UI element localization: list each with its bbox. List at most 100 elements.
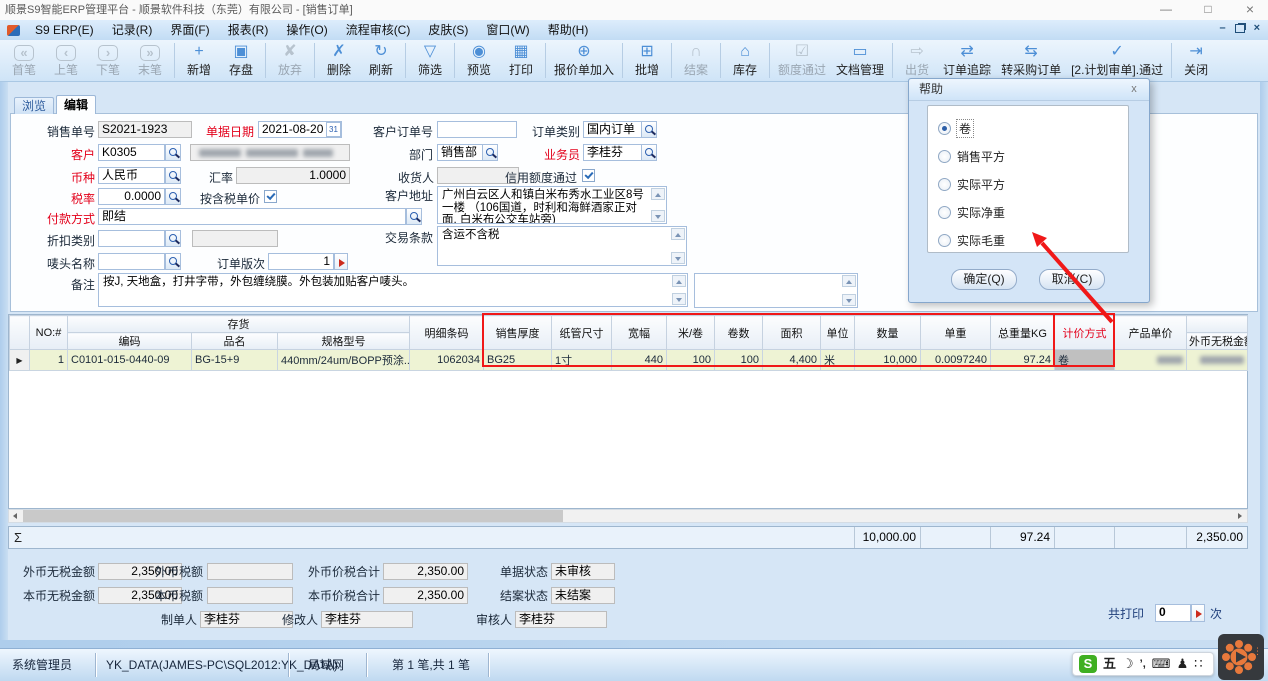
aux-note-field[interactable]	[694, 273, 858, 308]
menu-item-0[interactable]: S9 ERP(E)	[26, 20, 103, 40]
minimize-icon[interactable]: —	[1158, 0, 1174, 20]
scroll-down-icon[interactable]	[651, 210, 665, 222]
toolbar-button-refresh[interactable]: ↻刷新	[360, 40, 402, 81]
radio-icon[interactable]	[938, 234, 951, 247]
col-thickness[interactable]: 销售厚度	[484, 316, 552, 350]
menu-item-6[interactable]: 皮肤(S)	[419, 20, 477, 40]
discount-type-lookup-icon[interactable]	[165, 230, 181, 247]
tax-rate-field[interactable]: 0.0000	[98, 188, 165, 205]
cell-unit-price-censored[interactable]	[1115, 350, 1187, 371]
cell-code[interactable]: C0101-015-0440-09	[68, 350, 192, 371]
toolbar-button-new[interactable]: +新增	[178, 40, 220, 81]
menu-item-8[interactable]: 帮助(H)	[539, 20, 598, 40]
calendar-icon[interactable]: 31	[326, 122, 341, 137]
scroll-up-icon[interactable]	[671, 228, 685, 240]
toolbar-button-order-track[interactable]: ⇄订单追踪	[938, 40, 996, 81]
col-rolls[interactable]: 卷数	[715, 316, 763, 350]
trade-terms-field[interactable]: 含运不含税	[437, 226, 687, 266]
cell-barcode[interactable]: 1062034	[410, 350, 484, 371]
scrollbar-thumb[interactable]	[23, 510, 563, 522]
maximize-icon[interactable]: □	[1200, 0, 1216, 20]
salesman-field[interactable]: 李桂芬	[583, 144, 642, 161]
cell-width[interactable]: 440	[612, 350, 667, 371]
radio-icon[interactable]	[938, 206, 951, 219]
customer-field[interactable]: K0305	[98, 144, 165, 161]
department-field[interactable]: 销售部	[437, 144, 483, 161]
pricing-option-4[interactable]: 实际毛重	[938, 226, 1128, 254]
cell-product[interactable]: BG-15+9	[192, 350, 278, 371]
salesman-lookup-icon[interactable]	[641, 144, 657, 161]
customer-po-field[interactable]	[437, 121, 517, 138]
customer-lookup-icon[interactable]	[165, 144, 181, 161]
keyboard-icon[interactable]: ⌨	[1152, 654, 1171, 674]
screen-recorder-icon[interactable]: ⋮	[1218, 634, 1264, 680]
menu-item-2[interactable]: 界面(F)	[161, 20, 218, 40]
mdi-close-icon[interactable]: ×	[1254, 21, 1260, 35]
toolbar-button-to-purchase[interactable]: ⇆转采购订单	[996, 40, 1066, 81]
close-icon[interactable]: ×	[1242, 0, 1258, 20]
cell-core[interactable]: 1寸	[552, 350, 612, 371]
grid-menu-icon[interactable]: ∷	[1194, 654, 1202, 674]
mark-name-field[interactable]	[98, 253, 165, 270]
radio-icon[interactable]	[938, 178, 951, 191]
col-product[interactable]: 品名	[192, 333, 278, 350]
toolbar-button-preview[interactable]: ◉预览	[458, 40, 500, 81]
col-pricing-mode[interactable]: 计价方式	[1055, 316, 1115, 350]
order-version-spinner-icon[interactable]	[334, 253, 348, 270]
col-unit-weight[interactable]: 单重	[921, 316, 991, 350]
grid-horizontal-scrollbar[interactable]	[8, 509, 1248, 523]
payment-lookup-icon[interactable]	[406, 208, 422, 225]
pricing-option-0[interactable]: 卷	[938, 114, 1128, 142]
toolbar-button-save[interactable]: ▣存盘	[220, 40, 262, 81]
pricing-option-1[interactable]: 销售平方	[938, 142, 1128, 170]
order-type-field[interactable]: 国内订单	[583, 121, 642, 138]
menu-item-4[interactable]: 操作(O)	[277, 20, 336, 40]
dialog-close-icon[interactable]: x	[1127, 82, 1141, 96]
toolbar-button-batch-add[interactable]: ⊞批增	[626, 40, 668, 81]
toolbar-button-inventory[interactable]: ⌂库存	[724, 40, 766, 81]
cell-unit-weight[interactable]: 0.0097240	[921, 350, 991, 371]
tax-included-checkbox[interactable]	[264, 190, 277, 203]
currency-lookup-icon[interactable]	[165, 167, 181, 184]
department-lookup-icon[interactable]	[482, 144, 498, 161]
print-count-spinner-icon[interactable]	[1191, 604, 1205, 622]
mark-name-lookup-icon[interactable]	[165, 253, 181, 270]
radio-icon[interactable]	[938, 150, 951, 163]
radio-selected-icon[interactable]	[938, 122, 951, 135]
punctuation-icon[interactable]: ’,	[1140, 654, 1146, 674]
pricing-option-3[interactable]: 实际净重	[938, 198, 1128, 226]
tab-edit[interactable]: 编辑	[56, 95, 96, 114]
scroll-up-icon[interactable]	[842, 275, 856, 287]
order-type-lookup-icon[interactable]	[641, 121, 657, 138]
discount-type-field[interactable]	[98, 230, 165, 247]
tab-browse[interactable]: 浏览	[14, 97, 54, 114]
toolbar-button-close[interactable]: ⇥关闭	[1175, 40, 1217, 81]
col-barcode[interactable]: 明细条码	[410, 316, 484, 350]
scroll-up-icon[interactable]	[651, 188, 665, 200]
menu-item-5[interactable]: 流程审核(C)	[337, 20, 420, 40]
toolbar-button-print[interactable]: ▦打印	[500, 40, 542, 81]
ime-logo-icon[interactable]: S	[1079, 655, 1097, 673]
cell-no[interactable]: 1	[30, 350, 68, 371]
scroll-down-icon[interactable]	[671, 252, 685, 264]
scroll-up-icon[interactable]	[672, 275, 686, 287]
moon-icon[interactable]: ☽	[1122, 654, 1134, 674]
more-dots-icon[interactable]: ⋮	[1253, 648, 1262, 654]
payment-field[interactable]: 即结	[98, 208, 406, 225]
col-code[interactable]: 编码	[68, 333, 192, 350]
scroll-right-icon[interactable]	[1233, 510, 1247, 522]
pricing-option-2[interactable]: 实际平方	[938, 170, 1128, 198]
scroll-left-icon[interactable]	[9, 510, 23, 522]
cancel-button[interactable]: 取消(C)	[1039, 269, 1105, 290]
toolbar-button-filter[interactable]: ▽筛选	[409, 40, 451, 81]
toolbar-button-plan-approve[interactable]: ✓[2.计划审单].通过	[1066, 40, 1168, 81]
remark-field[interactable]: 按J, 天地盒，打井字带，外包缠绕膜。外包装加贴客户唛头。	[98, 273, 688, 307]
toolbar-button-delete[interactable]: ✗删除	[318, 40, 360, 81]
customer-address-field[interactable]: 广州白云区人和镇白米布秀水工业区8号一楼 （106国道，时利和海鲜酒家正对面, …	[437, 186, 667, 224]
col-unit-price[interactable]: 产品单价	[1115, 316, 1187, 350]
help-dialog-title[interactable]: 帮助	[909, 79, 1149, 101]
ime-mode-icon[interactable]: 五	[1103, 654, 1116, 674]
cell-area[interactable]: 4,400	[763, 350, 821, 371]
scroll-down-icon[interactable]	[672, 293, 686, 305]
mdi-restore-icon[interactable]	[1235, 24, 1245, 33]
